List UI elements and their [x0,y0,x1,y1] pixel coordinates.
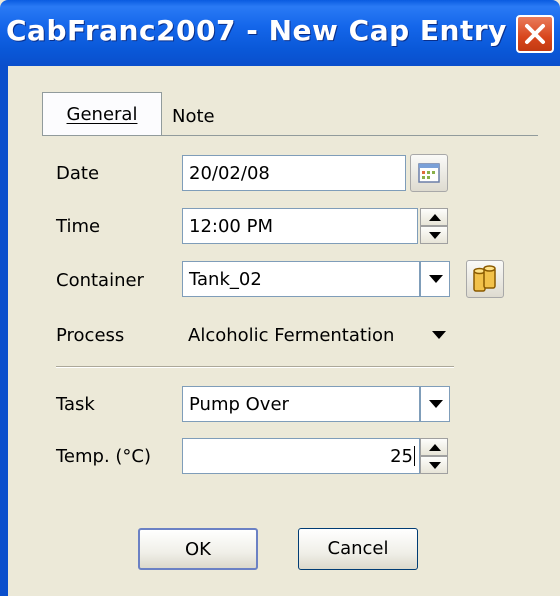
chevron-down-icon [429,400,443,408]
tab-divider [42,135,538,136]
time-spin-up-button[interactable] [420,208,448,226]
arrow-up-icon [429,214,441,221]
container-combobox[interactable]: Tank_02 [182,261,420,297]
time-value: 12:00 PM [189,215,273,237]
arrow-down-icon [429,232,441,239]
ok-button-label: OK [185,539,211,560]
date-label: Date [56,163,100,184]
process-label: Process [56,325,125,346]
containers-icon [473,265,496,292]
time-spin-down-button[interactable] [420,226,448,244]
window-frame [0,66,8,596]
container-value: Tank_02 [189,268,262,290]
tab-general-label: General [66,104,138,125]
temp-spin-down-button[interactable] [420,456,448,474]
task-combobox[interactable]: Pump Over [182,386,420,422]
calendar-icon [418,163,440,183]
task-label: Task [56,394,95,415]
form-separator [56,366,454,368]
task-dropdown-button[interactable] [420,386,450,422]
task-value: Pump Over [189,393,289,415]
arrow-down-icon [429,462,441,469]
date-value: 20/02/08 [189,162,270,184]
process-select[interactable]: Alcoholic Fermentation [182,316,454,354]
temp-spin-up-button[interactable] [420,438,448,456]
arrow-up-icon [429,444,441,451]
date-field[interactable]: 20/02/08 [182,155,406,191]
tab-note-label: Note [172,106,215,127]
temp-field[interactable]: 25 [182,438,420,474]
process-value: Alcoholic Fermentation [188,324,395,346]
chevron-down-icon [432,331,446,339]
text-cursor [414,446,415,466]
temp-label: Temp. (°C) [56,446,152,467]
close-icon [525,24,545,44]
cancel-button-label: Cancel [327,538,389,559]
temp-spinner[interactable] [420,438,448,474]
close-button[interactable] [516,15,554,53]
title-bar[interactable]: CabFranc2007 - New Cap Entry [0,0,560,66]
container-label: Container [56,270,144,291]
temp-value: 25 [390,445,413,467]
window-title: CabFranc2007 - New Cap Entry [6,14,507,47]
time-label: Time [56,216,101,237]
tab-general[interactable]: General [42,92,162,136]
container-dropdown-button[interactable] [420,261,450,297]
containers-button[interactable] [466,260,504,298]
chevron-down-icon [429,275,443,283]
time-field[interactable]: 12:00 PM [182,208,418,244]
cancel-button[interactable]: Cancel [298,528,418,570]
tab-note[interactable]: Note [172,98,215,136]
calendar-button[interactable] [410,154,448,192]
time-spinner[interactable] [420,208,448,244]
ok-button[interactable]: OK [138,528,258,570]
